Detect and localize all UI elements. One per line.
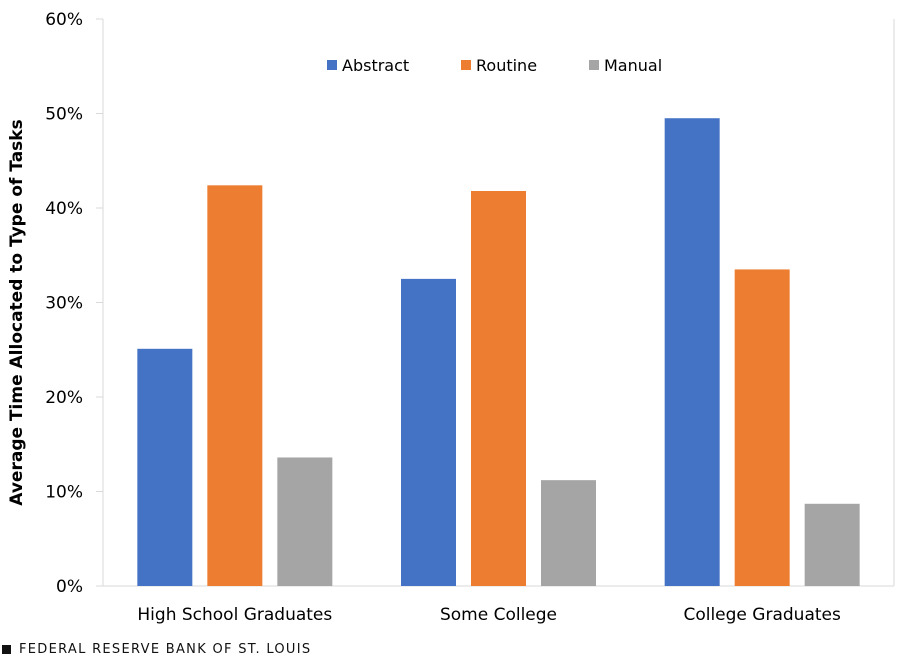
legend-swatch-abstract [327, 60, 337, 70]
y-axis-label: Average Time Allocated to Type of Tasks [7, 119, 27, 505]
source-text: FEDERAL RESERVE BANK OF ST. LOUIS [19, 642, 312, 657]
x-category-label: Some College [440, 605, 557, 625]
bar-abstract-2 [664, 118, 720, 586]
legend-swatch-routine [461, 60, 471, 70]
bar-chart: 0% 10% 20% 30% 40% 50% 60% High School Graduat… [7, 10, 895, 625]
legend-swatch-manual [589, 60, 599, 70]
bars [137, 118, 860, 587]
x-category-label: High School Graduates [137, 605, 332, 625]
square-icon [2, 645, 11, 654]
legend: Abstract Routine Manual [327, 56, 662, 75]
bar-routine-1 [471, 190, 526, 587]
y-tick-label: 20% [45, 388, 83, 408]
bar-routine-2 [734, 269, 790, 586]
y-tick-label: 0% [56, 577, 83, 597]
bar-routine-0 [207, 185, 263, 586]
legend-label-abstract: Abstract [342, 56, 409, 75]
y-tick-label: 50% [45, 105, 83, 125]
category-labels: High School Graduates Some College College… [137, 605, 841, 625]
bar-abstract-1 [401, 278, 456, 586]
bar-manual-2 [804, 503, 860, 586]
legend-label-manual: Manual [604, 56, 662, 75]
y-ticks: 0% 10% 20% 30% 40% 50% 60% [45, 10, 103, 597]
bar-manual-1 [541, 480, 596, 586]
legend-label-routine: Routine [476, 56, 537, 75]
y-tick-label: 60% [45, 10, 83, 30]
bar-manual-0 [277, 457, 333, 586]
y-tick-label: 10% [45, 483, 83, 503]
footer-source: FEDERAL RESERVE BANK OF ST. LOUIS [2, 642, 311, 657]
y-tick-label: 30% [45, 294, 83, 314]
y-tick-label: 40% [45, 199, 83, 219]
x-category-label: College Graduates [683, 605, 841, 625]
bar-abstract-0 [137, 348, 193, 586]
